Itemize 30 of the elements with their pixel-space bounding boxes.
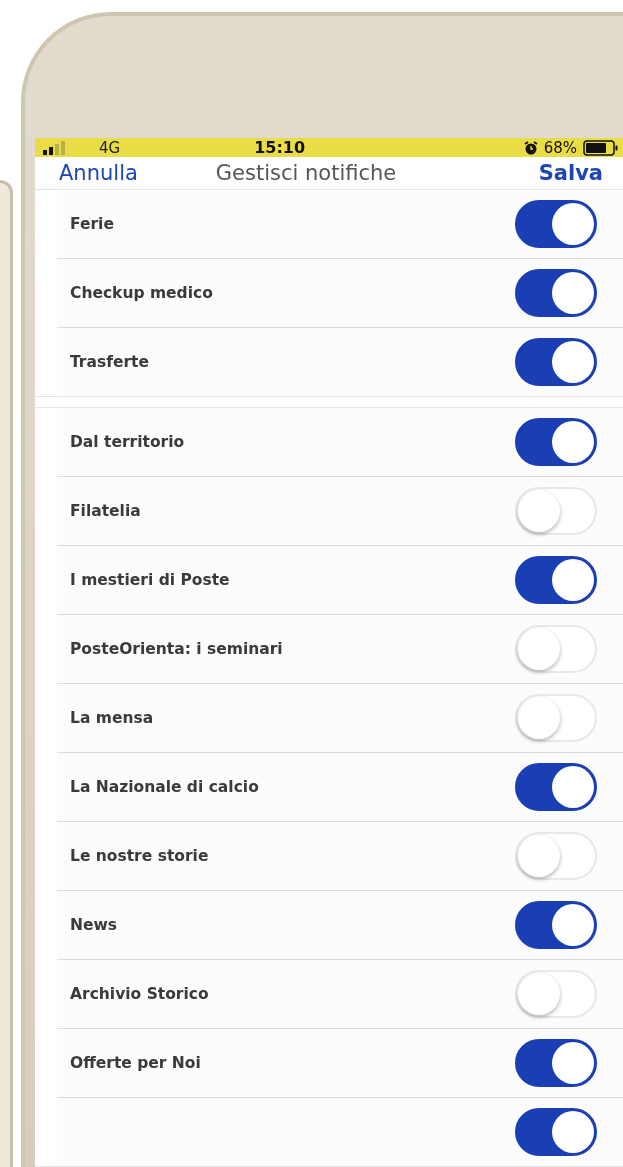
row-label: Archivio Storico <box>70 985 209 1003</box>
toggle-switch[interactable] <box>515 901 597 949</box>
battery-percent: 68% <box>543 138 577 157</box>
row-label: La mensa <box>70 709 154 727</box>
row-label: La Nazionale di calcio <box>70 778 259 796</box>
row-label: Dal territorio <box>70 433 185 451</box>
clock-time: 15:10 <box>254 138 306 158</box>
screen-title: Gestisci notifiche <box>215 161 397 186</box>
network-label: 4G <box>99 138 121 157</box>
cancel-button[interactable]: Annulla <box>59 161 138 186</box>
toggle-switch[interactable] <box>515 269 597 317</box>
row-label: Le nostre storie <box>70 847 209 865</box>
toggle-switch[interactable] <box>515 556 597 604</box>
row-label: Ferie <box>70 215 114 233</box>
row-label: I mestieri di Poste <box>70 571 230 589</box>
row-label: Offerte per Noi <box>70 1054 201 1072</box>
row-label: Trasferte <box>70 353 150 371</box>
toggle-switch[interactable] <box>515 200 597 248</box>
toggle-switch[interactable] <box>515 763 597 811</box>
signal-icon <box>43 140 65 155</box>
row-label: Filatelia <box>70 502 141 520</box>
row-label: News <box>70 916 118 934</box>
toggle-switch[interactable] <box>515 1039 597 1087</box>
save-button[interactable]: Salva <box>538 161 603 186</box>
battery-icon <box>583 139 619 156</box>
toggle-switch[interactable] <box>515 338 597 386</box>
toggle-switch[interactable] <box>515 1108 597 1156</box>
toggle-switch[interactable] <box>515 418 597 466</box>
row-label: PosteOrienta: i seminari <box>70 640 283 658</box>
row-label: Checkup medico <box>70 284 213 302</box>
